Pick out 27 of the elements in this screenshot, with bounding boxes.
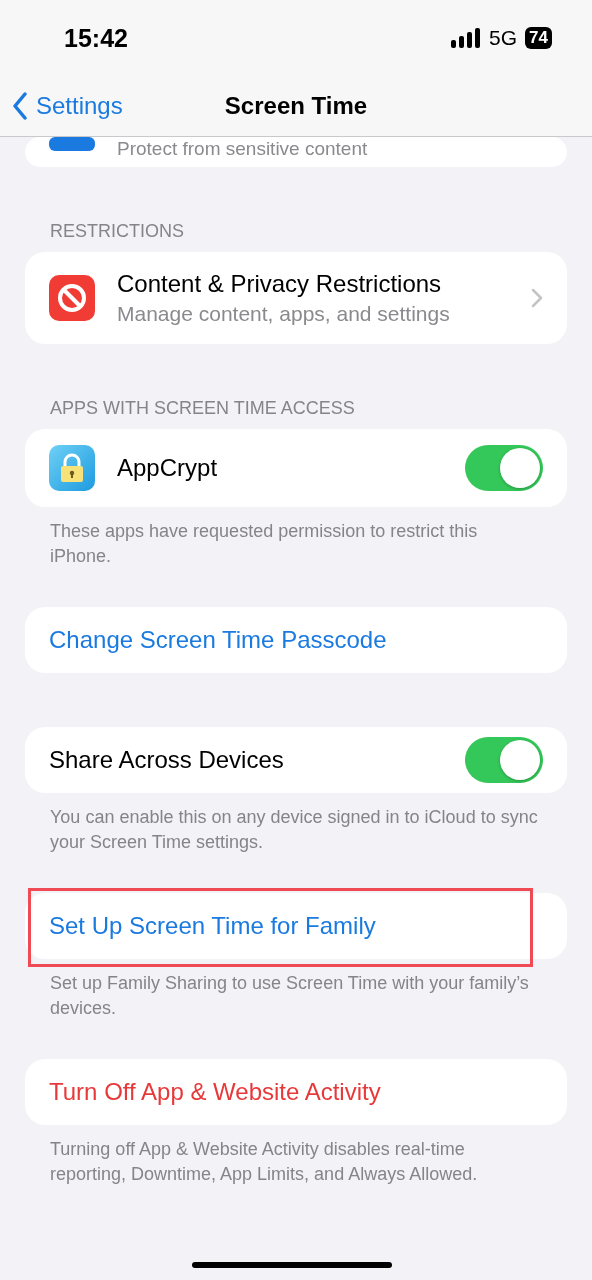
action-link[interactable]: Set Up Screen Time for Family xyxy=(49,912,376,940)
action-link[interactable]: Change Screen Time Passcode xyxy=(49,626,387,654)
row-subtitle: Manage content, apps, and settings xyxy=(117,302,451,326)
row-subtitle: Protect from sensitive content xyxy=(117,137,369,161)
section-footer: Set up Family Sharing to use Screen Time with your family’s devices. xyxy=(25,959,567,1021)
restriction-icon xyxy=(49,275,95,321)
row-title[interactable]: Content & Privacy Restrictions xyxy=(117,270,509,298)
status-time: 15:42 xyxy=(64,23,129,53)
section-header: RESTRICTIONS xyxy=(49,221,185,243)
padlock-app-icon xyxy=(49,445,95,491)
section-footer: Turning off App & Website Activity disables real-time reporting, Downtime, App Limits, and Always Allowed. xyxy=(25,1125,567,1187)
back-button[interactable]: Settings xyxy=(12,92,123,120)
battery-level: 74 xyxy=(525,27,552,49)
signal-icon xyxy=(451,28,482,48)
action-link[interactable]: Turn Off App & Website Activity xyxy=(49,1078,381,1106)
toggle-switch[interactable] xyxy=(465,737,543,783)
network-label: 5G xyxy=(489,26,518,50)
app-icon xyxy=(49,137,95,151)
section-footer: These apps have requested permission to restrict this iPhone. xyxy=(25,507,567,569)
section-header: APPS WITH SCREEN TIME ACCESS xyxy=(49,398,356,420)
toggle-switch[interactable] xyxy=(465,445,543,491)
row-title: AppCrypt xyxy=(117,454,219,482)
row-title: Share Across Devices xyxy=(49,746,285,774)
back-chevron-icon xyxy=(12,92,28,120)
chevron-icon xyxy=(531,288,543,308)
screen-title: Screen Time xyxy=(224,92,368,120)
section-footer: You can enable this on any device signed in to iCloud to sync your Screen Time settings. xyxy=(25,793,567,855)
